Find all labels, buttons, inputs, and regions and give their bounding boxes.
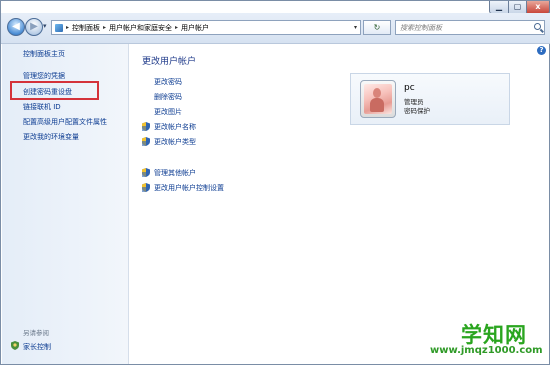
environment-variables-link[interactable]: 更改我的环境变量 — [23, 132, 79, 142]
avatar — [364, 84, 392, 114]
watermark-url: www.jmqz1000.com — [430, 345, 543, 356]
user-name: pc — [404, 83, 415, 93]
uac-shield-icon — [142, 122, 150, 131]
help-icon[interactable]: ? — [537, 46, 546, 55]
change-picture-link[interactable]: 更改图片 — [154, 107, 182, 117]
uac-shield-icon — [142, 168, 150, 177]
change-uac-settings-link[interactable]: 更改用户帐户控制设置 — [154, 183, 224, 193]
search-box[interactable] — [395, 20, 545, 35]
password-status: 密码保护 — [404, 107, 430, 115]
user-account-card: pc 管理员 密码保护 — [350, 73, 510, 125]
refresh-button[interactable]: ↻ — [363, 20, 391, 35]
see-also-heading: 另请参阅 — [23, 329, 49, 337]
page-title: 更改用户帐户 — [142, 57, 197, 67]
address-bar[interactable]: ▸ 控制面板 ▸ 用户帐户和家庭安全 ▸ 用户帐户 ▾ — [51, 20, 361, 35]
breadcrumb-separator[interactable]: ▸ — [66, 24, 69, 31]
breadcrumb-separator[interactable]: ▸ — [103, 24, 106, 31]
breadcrumb-control-panel[interactable]: 控制面板 — [72, 23, 100, 33]
search-input[interactable] — [396, 21, 530, 34]
highlight-annotation — [10, 81, 99, 100]
left-task-pane: 控制面板主页 管理您的凭据 创建密码重设盘 链接联机 ID 配置高级用户配置文件… — [2, 44, 129, 364]
avatar-frame — [360, 80, 396, 118]
breadcrumb-user-accounts-family[interactable]: 用户帐户和家庭安全 — [109, 23, 172, 33]
parental-controls-icon — [11, 341, 19, 350]
remove-password-link[interactable]: 删除密码 — [154, 92, 182, 102]
breadcrumb-separator[interactable]: ▸ — [175, 24, 178, 31]
back-button[interactable]: ◀ — [7, 18, 25, 36]
link-online-id-link[interactable]: 链接联机 ID — [23, 102, 61, 112]
recent-pages-dropdown[interactable]: ▾ — [43, 22, 47, 30]
address-dropdown-icon[interactable]: ▾ — [354, 24, 357, 31]
control-panel-home-link[interactable]: 控制面板主页 — [23, 49, 65, 59]
change-account-name-link[interactable]: 更改帐户名称 — [154, 122, 196, 132]
change-account-type-link[interactable]: 更改帐户类型 — [154, 137, 196, 147]
change-password-link[interactable]: 更改密码 — [154, 77, 182, 87]
forward-button[interactable]: ▶ — [25, 18, 43, 36]
navigation-bar: ◀ ▶ ▾ ▸ 控制面板 ▸ 用户帐户和家庭安全 ▸ 用户帐户 ▾ ↻ — [1, 13, 550, 44]
breadcrumb-user-accounts[interactable]: 用户帐户 — [181, 23, 209, 33]
advanced-profile-properties-link[interactable]: 配置高级用户配置文件属性 — [23, 117, 107, 127]
search-icon[interactable] — [534, 23, 541, 30]
manage-credentials-link[interactable]: 管理您的凭据 — [23, 71, 65, 81]
manage-other-accounts-link[interactable]: 管理其他帐户 — [154, 168, 196, 178]
uac-shield-icon — [142, 183, 150, 192]
control-panel-window: ▁ ▢ x ◀ ▶ ▾ ▸ 控制面板 ▸ 用户帐户和家庭安全 ▸ 用户帐户 ▾ … — [0, 0, 550, 365]
parental-controls-link[interactable]: 家长控制 — [23, 342, 51, 352]
uac-shield-icon — [142, 137, 150, 146]
control-panel-icon — [55, 23, 63, 32]
refresh-icon: ↻ — [373, 23, 381, 32]
